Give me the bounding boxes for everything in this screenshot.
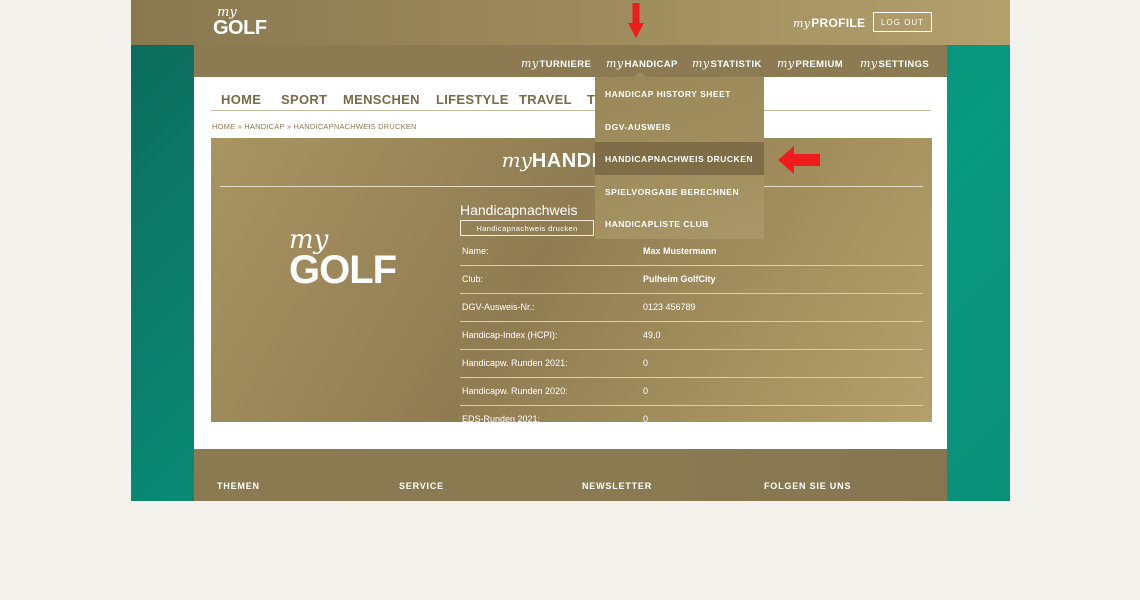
- breadcrumb: HOME » HANDICAP » HANDICAPNACHWEIS DRUCK…: [212, 122, 417, 131]
- dropdown-item-spielvorgabe[interactable]: SPIELVORGABE BERECHNEN: [595, 175, 764, 208]
- row-label: Handicap-Index (HCPI):: [462, 330, 558, 340]
- mainnav-truncated[interactable]: T: [587, 92, 595, 107]
- table-row: Handicap-Index (HCPI): 49,0: [460, 322, 923, 350]
- row-label: EDS-Runden 2021:: [462, 414, 541, 422]
- row-value: 0123 456789: [643, 302, 696, 312]
- row-label: Handicapw. Runden 2021:: [462, 358, 568, 368]
- main-nav: HOME SPORT MENSCHEN LIFESTYLE TRAVEL T: [211, 91, 931, 111]
- my-profile-link[interactable]: myPROFILE: [793, 16, 865, 30]
- mainnav-sport[interactable]: SPORT: [281, 92, 327, 107]
- mainnav-home[interactable]: HOME: [221, 92, 261, 107]
- breadcrumb-current: HANDICAPNACHWEIS DRUCKEN: [293, 122, 417, 131]
- mainnav-travel[interactable]: TRAVEL: [519, 92, 572, 107]
- footer-col-folgen[interactable]: FOLGEN SIE UNS: [764, 481, 851, 491]
- nav-item-turniere[interactable]: myTURNIERE: [521, 57, 591, 70]
- breadcrumb-home[interactable]: HOME: [212, 122, 235, 131]
- mygolf-logo[interactable]: my GOLF: [213, 6, 267, 39]
- dropdown-item-history-sheet[interactable]: HANDICAP HISTORY SHEET: [595, 77, 764, 110]
- handicap-info-table: Name: Max Mustermann Club: Pulheim GolfC…: [460, 238, 923, 422]
- row-label: Handicapw. Runden 2020:: [462, 386, 568, 396]
- nav-item-settings[interactable]: mySETTINGS: [860, 57, 929, 70]
- dropdown-item-dgv-ausweis[interactable]: DGV-AUSWEIS: [595, 110, 764, 143]
- red-left-arrow-icon: [778, 146, 820, 174]
- nav-item-label: TURNIERE: [539, 59, 592, 70]
- table-row: EDS-Runden 2021: 0: [460, 406, 923, 422]
- dropdown-item-handicapnachweis-drucken[interactable]: HANDICAPNACHWEIS DRUCKEN: [595, 142, 764, 175]
- breadcrumb-separator: »: [286, 122, 292, 131]
- profile-label: PROFILE: [811, 16, 866, 30]
- profile-my-text: my: [793, 17, 811, 30]
- mygolf-large-logo: my GOLF: [289, 225, 397, 292]
- nav-my-text: my: [777, 57, 795, 70]
- section-title: Handicapnachweis: [460, 202, 578, 218]
- print-handicap-button[interactable]: Handicapnachweis drucken: [460, 220, 594, 236]
- nav-item-premium[interactable]: myPREMIUM: [777, 57, 843, 70]
- table-row: Name: Max Mustermann: [460, 238, 923, 266]
- table-row: Handicapw. Runden 2021: 0: [460, 350, 923, 378]
- row-value: Pulheim GolfCity: [643, 274, 716, 284]
- row-label: DGV-Ausweis-Nr.:: [462, 302, 535, 312]
- panel-title-my: my: [501, 148, 532, 172]
- nav-item-label: STATISTIK: [710, 59, 762, 70]
- nav-item-label: SETTINGS: [878, 59, 930, 70]
- nav-my-text: my: [521, 57, 539, 70]
- footer-col-service[interactable]: SERVICE: [399, 481, 444, 491]
- table-row: DGV-Ausweis-Nr.: 0123 456789: [460, 294, 923, 322]
- divider: [220, 186, 923, 187]
- footer-col-themen[interactable]: THEMEN: [217, 481, 260, 491]
- handicap-panel: myHANDICAP my GOLF Handicapnachweis Hand…: [211, 138, 932, 422]
- footer: THEMEN SERVICE NEWSLETTER FOLGEN SIE UNS: [194, 449, 947, 501]
- nav-item-handicap[interactable]: myHANDICAP: [606, 57, 678, 70]
- table-row: Handicapw. Runden 2020: 0: [460, 378, 923, 406]
- breadcrumb-handicap[interactable]: HANDICAP: [244, 122, 284, 131]
- breadcrumb-separator: »: [237, 122, 242, 131]
- row-label: Name:: [462, 246, 489, 256]
- mygolf-nav: myTURNIERE myHANDICAP mySTATISTIK myPREM…: [194, 45, 947, 77]
- row-label: Club:: [462, 274, 484, 284]
- nav-my-text: my: [692, 57, 710, 70]
- logo-golf-text: GOLF: [289, 248, 397, 292]
- nav-item-label: PREMIUM: [795, 59, 844, 70]
- nav-item-statistik[interactable]: mySTATISTIK: [692, 57, 762, 70]
- logout-button[interactable]: LOG OUT: [873, 12, 932, 32]
- nav-my-text: my: [606, 57, 624, 70]
- footer-col-newsletter[interactable]: NEWSLETTER: [582, 481, 652, 491]
- panel-title: myHANDICAP: [211, 148, 932, 173]
- logo-my-text: my: [289, 225, 329, 255]
- nav-my-text: my: [860, 57, 878, 70]
- nav-item-label: HANDICAP: [624, 59, 678, 70]
- page-frame: my GOLF myPROFILE LOG OUT myTURNIERE myH…: [131, 0, 1010, 501]
- top-bar: my GOLF myPROFILE LOG OUT: [131, 0, 1010, 45]
- row-value: Max Mustermann: [643, 246, 717, 256]
- row-value: 0: [643, 386, 649, 396]
- mainnav-lifestyle[interactable]: LIFESTYLE: [436, 92, 509, 107]
- mainnav-menschen[interactable]: MENSCHEN: [343, 92, 420, 107]
- table-row: Club: Pulheim GolfCity: [460, 266, 923, 294]
- row-value: 49,0: [643, 330, 661, 340]
- row-value: 0: [643, 358, 649, 368]
- logo-golf-text: GOLF: [213, 17, 267, 39]
- dropdown-item-handicapliste-club[interactable]: HANDICAPLISTE CLUB: [595, 207, 764, 240]
- handicap-dropdown-menu: HANDICAP HISTORY SHEET DGV-AUSWEIS HANDI…: [595, 77, 764, 239]
- content-area: HOME SPORT MENSCHEN LIFESTYLE TRAVEL T H…: [194, 77, 947, 449]
- row-value: 0: [643, 414, 649, 422]
- red-down-arrow-icon: [628, 3, 644, 38]
